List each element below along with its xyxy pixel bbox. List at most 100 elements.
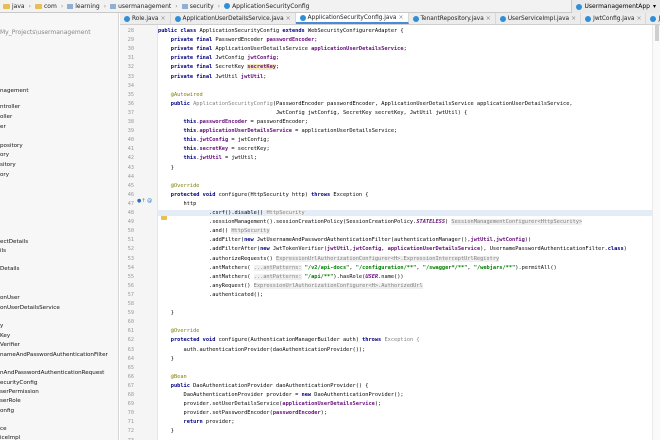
editor-tab[interactable]: UserServiceImpl.java ×: [496, 13, 582, 24]
editor-tab[interactable]: Role.java ×: [120, 13, 171, 24]
code-line[interactable]: .authorizeRequests() ExpressionUrlAuthor…: [158, 255, 500, 262]
code-token: public: [158, 382, 194, 389]
code-line[interactable]: .csrf().disable() HttpSecurity: [158, 210, 652, 216]
code-line[interactable]: private final JwtUtil jwtUtil;: [158, 74, 267, 80]
code-line[interactable]: }: [158, 165, 174, 171]
tree-item[interactable]: onUserDetailsService: [0, 305, 60, 311]
code-line[interactable]: public DaoAuthenticationProvider daoAuth…: [158, 383, 369, 389]
tree-item[interactable]: ecurityConfig: [0, 380, 37, 386]
tree-item[interactable]: ntroller: [0, 104, 20, 110]
tree-item[interactable]: nAndPasswordAuthenticationRequest: [0, 370, 104, 376]
close-icon[interactable]: ×: [486, 15, 491, 22]
tree-item[interactable]: Details: [0, 266, 19, 272]
code-line[interactable]: http: [158, 201, 197, 207]
close-icon[interactable]: ×: [286, 15, 291, 22]
code-editor[interactable]: public class ApplicationSecurityConfig e…: [158, 25, 658, 440]
code-line[interactable]: @Autowired: [158, 92, 203, 98]
tree-item[interactable]: oller: [0, 114, 12, 120]
tree-item[interactable]: er: [0, 124, 6, 130]
code-line[interactable]: JwtConfig jwtConfig, SecretKey secretKey…: [158, 110, 467, 116]
tree-item[interactable]: iceImpl: [0, 435, 20, 440]
close-icon[interactable]: ×: [160, 15, 165, 22]
tree-item[interactable]: serPermission: [0, 389, 39, 395]
run-config-selector[interactable]: UsermanagementApp ▾: [570, 0, 660, 13]
code-token: PasswordEncoder: [215, 37, 267, 44]
editor-tab[interactable]: JwtUtil.java×: [646, 13, 660, 24]
chevron-down-icon: ▾: [652, 3, 656, 10]
tree-item[interactable]: y: [0, 323, 3, 329]
code-token: auth.authenticationProvider(daoAuthentic…: [158, 346, 366, 353]
code-line[interactable]: return provider;: [158, 419, 235, 425]
tree-item[interactable]: Verifier: [0, 342, 20, 348]
tree-item[interactable]: nameAndPasswordAuthenticationFilter: [0, 352, 108, 358]
tree-item[interactable]: onUser: [0, 295, 20, 301]
tree-item[interactable]: nagement: [0, 88, 29, 94]
editor-tab[interactable]: TenantRepository.java ×: [409, 13, 496, 24]
code-line[interactable]: protected void configure(AuthenticationM…: [158, 337, 420, 343]
code-line[interactable]: private final ApplicationUserDetailsServ…: [158, 46, 407, 52]
breadcrumb-item[interactable]: security: [179, 0, 217, 12]
tree-item[interactable]: ectDetails: [0, 239, 28, 245]
code-line[interactable]: @Override: [158, 328, 200, 334]
tree-item[interactable]: ils: [0, 248, 6, 254]
code-line[interactable]: private final SecretKey secretKey;: [158, 64, 279, 71]
code-line[interactable]: .addFilter(new JwtUsernameAndPasswordAut…: [158, 237, 531, 243]
code-line[interactable]: @Override: [158, 183, 200, 189]
tree-item[interactable]: pository: [0, 143, 23, 149]
close-icon[interactable]: ×: [636, 15, 641, 22]
code-line[interactable]: .authenticated();: [158, 292, 263, 298]
code-line[interactable]: }: [158, 356, 174, 362]
tree-item[interactable]: ory: [0, 172, 9, 178]
breadcrumb-item[interactable]: com: [32, 0, 60, 12]
code-line[interactable]: this.jwtUtil = jwtUtil;: [158, 155, 257, 161]
code-line[interactable]: .antMatchers( ...antPatterns: "/api/**")…: [158, 273, 404, 280]
code-line[interactable]: }: [158, 428, 174, 434]
tree-item[interactable]: ce: [0, 426, 7, 432]
code-token: .authorizeRequests(): [158, 255, 276, 262]
code-line[interactable]: private final JwtConfig jwtConfig;: [158, 55, 279, 61]
code-line[interactable]: this.applicationUserDetailsService = app…: [158, 128, 398, 134]
override-gutter-icon[interactable]: ●↑ @: [137, 198, 152, 204]
code-line[interactable]: this.secretKey = secretKey;: [158, 146, 270, 152]
code-token: new: [301, 392, 315, 398]
close-icon[interactable]: ×: [398, 14, 403, 21]
java-class-icon: [174, 15, 181, 22]
tree-item[interactable]: Key: [0, 333, 10, 339]
tree-item[interactable]: onfig: [0, 408, 14, 414]
code-line[interactable]: .anyRequest() ExpressionUrlAuthorization…: [158, 282, 423, 289]
code-line[interactable]: .and() HttpSecurity: [158, 228, 270, 235]
code-token: JwtConfig: [215, 55, 248, 62]
code-line[interactable]: auth.authenticationProvider(daoAuthentic…: [158, 346, 366, 353]
editor-tab[interactable]: JwtConfig.java ×: [581, 13, 647, 24]
code-line[interactable]: private final PasswordEncoder passwordEn…: [158, 37, 318, 44]
code-line[interactable]: .antMatchers( ...antPatterns: "/v2/api-d…: [158, 264, 557, 271]
code-line[interactable]: DaoAuthenticationProvider provider = new…: [158, 392, 404, 398]
line-number: 70: [127, 410, 134, 417]
tree-item[interactable]: sitory: [0, 162, 16, 168]
editor-scrollbar[interactable]: [652, 25, 660, 440]
type-hint: ExpressionUrlAuthorizationConfigurer<H>.…: [253, 282, 423, 289]
code-line[interactable]: provider.setUserDetailsService(applicati…: [158, 401, 382, 407]
code-line[interactable]: .addFilterAfter(new JwtTokenVerifier(jwt…: [158, 246, 627, 252]
sidebar-scrollbar[interactable]: [118, 79, 119, 329]
breadcrumb-item[interactable]: java: [0, 0, 28, 12]
breadcrumb-item[interactable]: ApplicationSecurityConfig: [221, 0, 312, 12]
code-line[interactable]: .sessionManagement().sessionCreationPoli…: [158, 219, 583, 226]
code-line[interactable]: provider.setPasswordEncoder(passwordEnco…: [158, 410, 328, 416]
tree-item[interactable]: serRole: [0, 398, 21, 404]
tree-item[interactable]: ory: [0, 152, 9, 158]
code-line[interactable]: }: [158, 310, 174, 316]
breadcrumb-item[interactable]: learning: [64, 0, 102, 12]
editor-tab[interactable]: ApplicationSecurityConfig.java ×: [295, 13, 409, 24]
editor-tab[interactable]: ApplicationUserDetailsService.java ×: [171, 13, 296, 24]
code-token: this: [183, 119, 197, 125]
code-line[interactable]: public ApplicationSecurityConfig(Passwor…: [158, 101, 573, 107]
code-line[interactable]: this.jwtConfig = jwtConfig;: [158, 137, 270, 143]
code-line[interactable]: public class ApplicationSecurityConfig e…: [158, 28, 404, 34]
scrollbar-thumb[interactable]: [655, 25, 659, 41]
code-line[interactable]: this.passwordEncoder = passwordEncoder;: [158, 119, 308, 125]
code-line[interactable]: @Bean: [158, 374, 187, 380]
close-icon[interactable]: ×: [571, 15, 576, 22]
breadcrumb-item[interactable]: usermanagement: [107, 0, 174, 12]
code-line[interactable]: protected void configure(HttpSecurity ht…: [158, 192, 369, 198]
